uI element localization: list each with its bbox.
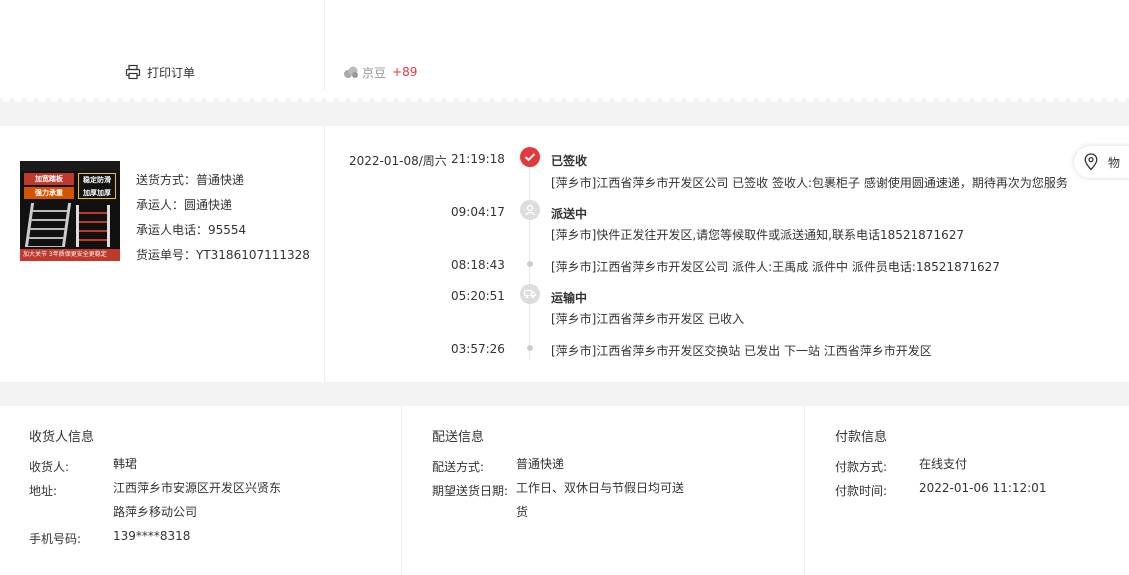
tracking-timeline: 2022-01-08/周六 21:19:18 已签收 [萍乡市]江西省萍乡市开发… [325,126,1129,382]
timeline-desc: [萍乡市]快件正发往开发区,请您等候取件或派送通知,联系电话1852187162… [551,228,964,242]
logistics-section: 加宽踏板 强力承重 稳定防滑 加厚加厚 加大关节 3年质保更安全更稳定 送货方式… [0,126,1129,382]
timeline-time: 09:04:17 [451,205,505,219]
payment-method-label: 付款方式: [835,460,888,474]
receiver-info: 收货人信息 收货人: 韩珺 地址: 江西萍乡市安源区开发区兴贤东 路萍乡移动公司… [0,406,402,575]
product-image[interactable]: 加宽踏板 强力承重 稳定防滑 加厚加厚 加大关节 3年质保更安全更稳定 [20,161,120,261]
timeline-time: 03:57:26 [451,342,505,356]
payment-info: 付款信息 付款方式: 在线支付 付款时间: 2022-01-06 11:12:0… [805,406,1129,575]
truck-icon [520,284,540,304]
product-image-text-1: 加宽踏板 [24,173,74,185]
order-info-section: 收货人信息 收货人: 韩珺 地址: 江西萍乡市安源区开发区兴贤东 路萍乡移动公司… [0,406,1129,575]
dot-icon [527,261,533,267]
timeline-status: 派送中 [551,207,588,221]
section-gap [0,110,1129,126]
section-gap [0,382,1129,406]
shipping-info: 送货方式：普通快递 承运人：圆通快递 承运人电话：95554 货运单号：YT31… [136,168,310,268]
ladder-graphic-left [24,203,72,247]
dot-icon [527,345,533,351]
timeline-desc: [萍乡市]江西省萍乡市开发区 已收入 [551,312,745,326]
print-order-button[interactable]: 打印订单 [125,63,195,81]
timeline-desc: [萍乡市]江西省萍乡市开发区公司 派件人:王禹成 派件中 派件员电话:18521… [551,260,1000,274]
delivery-date-line1: 工作日、双休日与节假日均可送 [516,481,685,495]
payment-info-title: 付款信息 [835,430,888,445]
receiver-address-line2: 路萍乡移动公司 [113,505,198,519]
timeline-status: 运输中 [551,291,588,305]
order-actions: 打印订单 [0,0,325,90]
payment-time-value: 2022-01-06 11:12:01 [919,481,1047,495]
delivery-date-label: 期望送货日期: [432,484,509,498]
order-top-panel: 打印订单 京豆 +89 [0,0,1129,98]
logistics-map-button[interactable]: 物 [1074,146,1129,178]
shipping-method: 送货方式：普通快递 [136,173,245,187]
receiver-name-label: 收货人: [29,460,70,474]
logistics-map-label: 物 [1108,155,1121,170]
product-image-header [20,161,120,171]
product-image-text-2: 强力承重 [24,187,74,199]
shipping-carrier-phone: 承运人电话：95554 [136,223,247,237]
check-icon [520,147,540,167]
timeline-time: 21:19:18 [451,152,505,166]
jingdou-label: 京豆 [362,65,387,80]
payment-time-label: 付款时间: [835,484,888,498]
receiver-phone-value: 139****8318 [113,529,191,543]
timeline-desc: [萍乡市]江西省萍乡市开发区公司 已签收 签收人:包裹柜子 感谢使用圆通速递，期… [551,176,1068,190]
delivery-info: 配送信息 配送方式: 普通快递 期望送货日期: 工作日、双休日与节假日均可送 货 [402,406,805,575]
zigzag-divider [0,98,1129,110]
shipping-tracking-no: 货运单号：YT3186107111328 [136,248,310,262]
courier-icon [520,200,540,220]
printer-icon [125,64,141,80]
payment-method-value: 在线支付 [919,457,968,471]
ladder-graphic-right [76,205,110,247]
timeline-status: 已签收 [551,154,588,168]
receiver-address-line1: 江西萍乡市安源区开发区兴贤东 [113,481,282,495]
product-image-text-3: 稳定防滑 加厚加厚 [78,173,116,199]
receiver-info-title: 收货人信息 [29,430,95,445]
delivery-date-line2: 货 [516,505,529,519]
receiver-address-label: 地址: [29,484,58,498]
delivery-method-value: 普通快递 [516,457,565,471]
delivery-info-title: 配送信息 [432,430,485,445]
jingdou-value: +89 [392,65,418,79]
delivery-method-label: 配送方式: [432,460,485,474]
receiver-phone-label: 手机号码: [29,532,82,546]
timeline-desc: [萍乡市]江西省萍乡市开发区交换站 已发出 下一站 江西省萍乡市开发区 [551,344,932,358]
receiver-name-value: 韩珺 [113,457,138,471]
shipping-carrier: 承运人：圆通快递 [136,198,233,212]
timeline-time: 08:18:43 [451,258,505,272]
jingdou-reward: 京豆 +89 [343,63,417,81]
jingdou-icon [344,66,358,78]
product-image-bottom-text: 加大关节 3年质保更安全更稳定 [20,249,120,261]
location-pin-icon [1084,153,1098,171]
print-order-label: 打印订单 [147,65,196,80]
timeline-time: 05:20:51 [451,289,505,303]
package-summary: 加宽踏板 强力承重 稳定防滑 加厚加厚 加大关节 3年质保更安全更稳定 送货方式… [0,126,325,382]
